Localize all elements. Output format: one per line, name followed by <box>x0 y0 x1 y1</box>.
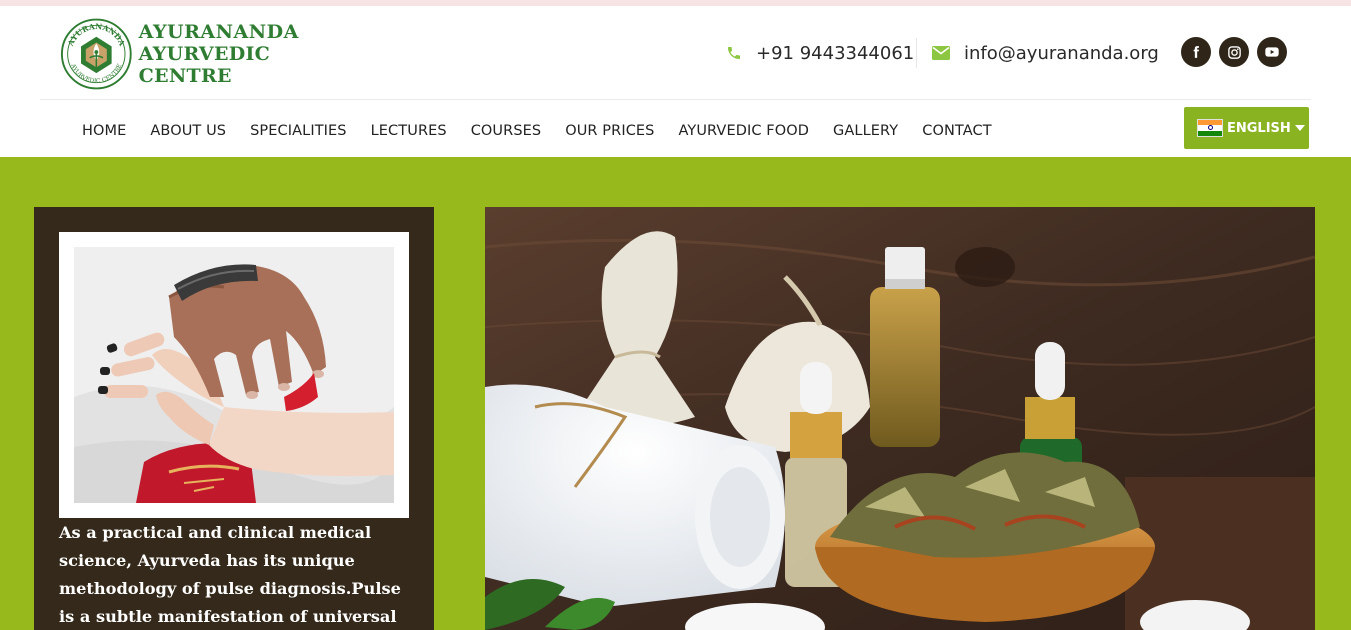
nav-lectures[interactable]: LECTURES <box>359 123 459 139</box>
nav-home[interactable]: HOME <box>70 123 138 139</box>
email-contact[interactable]: info@ayurananda.org <box>932 38 1159 68</box>
envelope-icon <box>932 46 950 60</box>
nav-courses[interactable]: COURSES <box>459 123 554 139</box>
facebook-icon[interactable] <box>1181 37 1211 67</box>
contact-divider <box>916 38 917 68</box>
social-links <box>1181 37 1287 67</box>
india-flag-icon <box>1197 119 1223 137</box>
card-description: As a practical and clinical medical scie… <box>59 523 401 626</box>
nav-our-prices[interactable]: OUR PRICES <box>553 123 666 139</box>
site-header: AYURANANDA AYURVEDIC CENTRE AYURANANDA A… <box>0 6 1351 157</box>
nav-ayurvedic-food[interactable]: AYURVEDIC FOOD <box>666 123 821 139</box>
language-label: ENGLISH <box>1227 120 1291 136</box>
nav-gallery[interactable]: GALLERY <box>821 123 910 139</box>
instagram-icon[interactable] <box>1219 37 1249 67</box>
brand-name-line1: AYURANANDA <box>138 21 299 43</box>
phone-icon <box>726 45 742 61</box>
pulse-diagnosis-card: As a practical and clinical medical scie… <box>34 207 434 630</box>
phone-contact[interactable]: +91 9443344061 <box>726 38 914 68</box>
language-selector[interactable]: ENGLISH <box>1184 107 1309 149</box>
site-logo[interactable]: AYURANANDA AYURVEDIC CENTRE AYURANANDA A… <box>60 16 360 92</box>
email-address[interactable]: info@ayurananda.org <box>964 43 1159 64</box>
pulse-diagnosis-image <box>74 247 394 503</box>
brand-name-line2: AYURVEDIC CENTRE <box>138 43 271 87</box>
ayurveda-spa-image <box>485 207 1315 630</box>
chevron-down-icon <box>1294 125 1305 131</box>
brand-name: AYURANANDA AYURVEDIC CENTRE <box>139 21 360 87</box>
nav-specialities[interactable]: SPECIALITIES <box>238 123 358 139</box>
logo-emblem-icon: AYURANANDA AYURVEDIC CENTRE <box>60 18 132 90</box>
card-image-frame <box>59 232 409 518</box>
main-navigation: HOME ABOUT US SPECIALITIES LECTURES COUR… <box>70 114 1004 148</box>
hero-section: As a practical and clinical medical scie… <box>0 157 1351 630</box>
nav-about-us[interactable]: ABOUT US <box>138 123 238 139</box>
phone-number[interactable]: +91 9443344061 <box>756 43 914 64</box>
nav-contact[interactable]: CONTACT <box>910 123 1003 139</box>
youtube-icon[interactable] <box>1257 37 1287 67</box>
header-divider <box>40 99 1311 100</box>
